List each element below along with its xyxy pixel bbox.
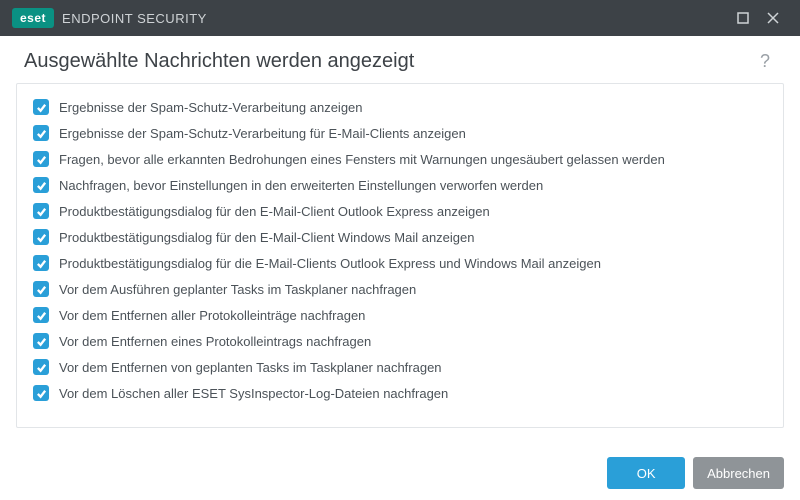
list-item: Vor dem Entfernen aller Protokolleinträg… bbox=[31, 302, 769, 328]
check-icon bbox=[36, 388, 47, 399]
checkbox[interactable] bbox=[33, 307, 49, 323]
checkbox[interactable] bbox=[33, 385, 49, 401]
checkbox[interactable] bbox=[33, 151, 49, 167]
help-button[interactable]: ? bbox=[754, 51, 776, 72]
dialog-header: Ausgewählte Nachrichten werden angezeigt… bbox=[0, 36, 800, 83]
list-item: Vor dem Entfernen eines Protokolleintrag… bbox=[31, 328, 769, 354]
check-icon bbox=[36, 154, 47, 165]
list-item-label: Fragen, bevor alle erkannten Bedrohungen… bbox=[59, 152, 665, 167]
list-item-label: Produktbestätigungsdialog für den E-Mail… bbox=[59, 204, 490, 219]
close-button[interactable] bbox=[758, 3, 788, 33]
checkbox[interactable] bbox=[33, 255, 49, 271]
brand-text: ENDPOINT SECURITY bbox=[62, 11, 207, 26]
checkbox[interactable] bbox=[33, 229, 49, 245]
check-icon bbox=[36, 232, 47, 243]
list-item: Nachfragen, bevor Einstellungen in den e… bbox=[31, 172, 769, 198]
list-item-label: Vor dem Ausführen geplanter Tasks im Tas… bbox=[59, 282, 416, 297]
check-icon bbox=[36, 310, 47, 321]
dialog-footer: OK Abbrechen bbox=[0, 446, 800, 500]
check-icon bbox=[36, 102, 47, 113]
check-icon bbox=[36, 206, 47, 217]
list-item: Vor dem Ausführen geplanter Tasks im Tas… bbox=[31, 276, 769, 302]
list-item: Fragen, bevor alle erkannten Bedrohungen… bbox=[31, 146, 769, 172]
list-item: Vor dem Löschen aller ESET SysInspector-… bbox=[31, 380, 769, 406]
titlebar: eset ENDPOINT SECURITY bbox=[0, 0, 800, 36]
list-item: Vor dem Entfernen von geplanten Tasks im… bbox=[31, 354, 769, 380]
checkbox[interactable] bbox=[33, 177, 49, 193]
list-item-label: Ergebnisse der Spam-Schutz-Verarbeitung … bbox=[59, 126, 466, 141]
list-item-label: Nachfragen, bevor Einstellungen in den e… bbox=[59, 178, 543, 193]
list-item-label: Ergebnisse der Spam-Schutz-Verarbeitung … bbox=[59, 100, 363, 115]
brand-badge: eset bbox=[12, 8, 54, 28]
check-icon bbox=[36, 258, 47, 269]
checkbox[interactable] bbox=[33, 99, 49, 115]
list-item-label: Vor dem Löschen aller ESET SysInspector-… bbox=[59, 386, 448, 401]
check-icon bbox=[36, 362, 47, 373]
checkbox[interactable] bbox=[33, 333, 49, 349]
check-icon bbox=[36, 180, 47, 191]
cancel-button[interactable]: Abbrechen bbox=[693, 457, 784, 489]
check-icon bbox=[36, 128, 47, 139]
notification-list[interactable]: Ergebnisse der Spam-Schutz-Verarbeitung … bbox=[16, 83, 784, 428]
checkbox[interactable] bbox=[33, 125, 49, 141]
checkbox[interactable] bbox=[33, 203, 49, 219]
page-title: Ausgewählte Nachrichten werden angezeigt bbox=[24, 50, 754, 73]
minimize-button[interactable] bbox=[728, 3, 758, 33]
list-item-label: Vor dem Entfernen von geplanten Tasks im… bbox=[59, 360, 442, 375]
check-icon bbox=[36, 284, 47, 295]
list-item-label: Vor dem Entfernen aller Protokolleinträg… bbox=[59, 308, 365, 323]
list-item: Ergebnisse der Spam-Schutz-Verarbeitung … bbox=[31, 120, 769, 146]
list-item: Ergebnisse der Spam-Schutz-Verarbeitung … bbox=[31, 94, 769, 120]
check-icon bbox=[36, 336, 47, 347]
checkbox[interactable] bbox=[33, 281, 49, 297]
ok-button[interactable]: OK bbox=[607, 457, 685, 489]
list-item-label: Produktbestätigungsdialog für den E-Mail… bbox=[59, 230, 475, 245]
list-item: Produktbestätigungsdialog für die E-Mail… bbox=[31, 250, 769, 276]
close-icon bbox=[767, 12, 779, 24]
list-item-label: Produktbestätigungsdialog für die E-Mail… bbox=[59, 256, 601, 271]
list-item: Produktbestätigungsdialog für den E-Mail… bbox=[31, 224, 769, 250]
checkbox[interactable] bbox=[33, 359, 49, 375]
list-item-label: Vor dem Entfernen eines Protokolleintrag… bbox=[59, 334, 371, 349]
list-item: Produktbestätigungsdialog für den E-Mail… bbox=[31, 198, 769, 224]
minimize-icon bbox=[737, 12, 749, 24]
